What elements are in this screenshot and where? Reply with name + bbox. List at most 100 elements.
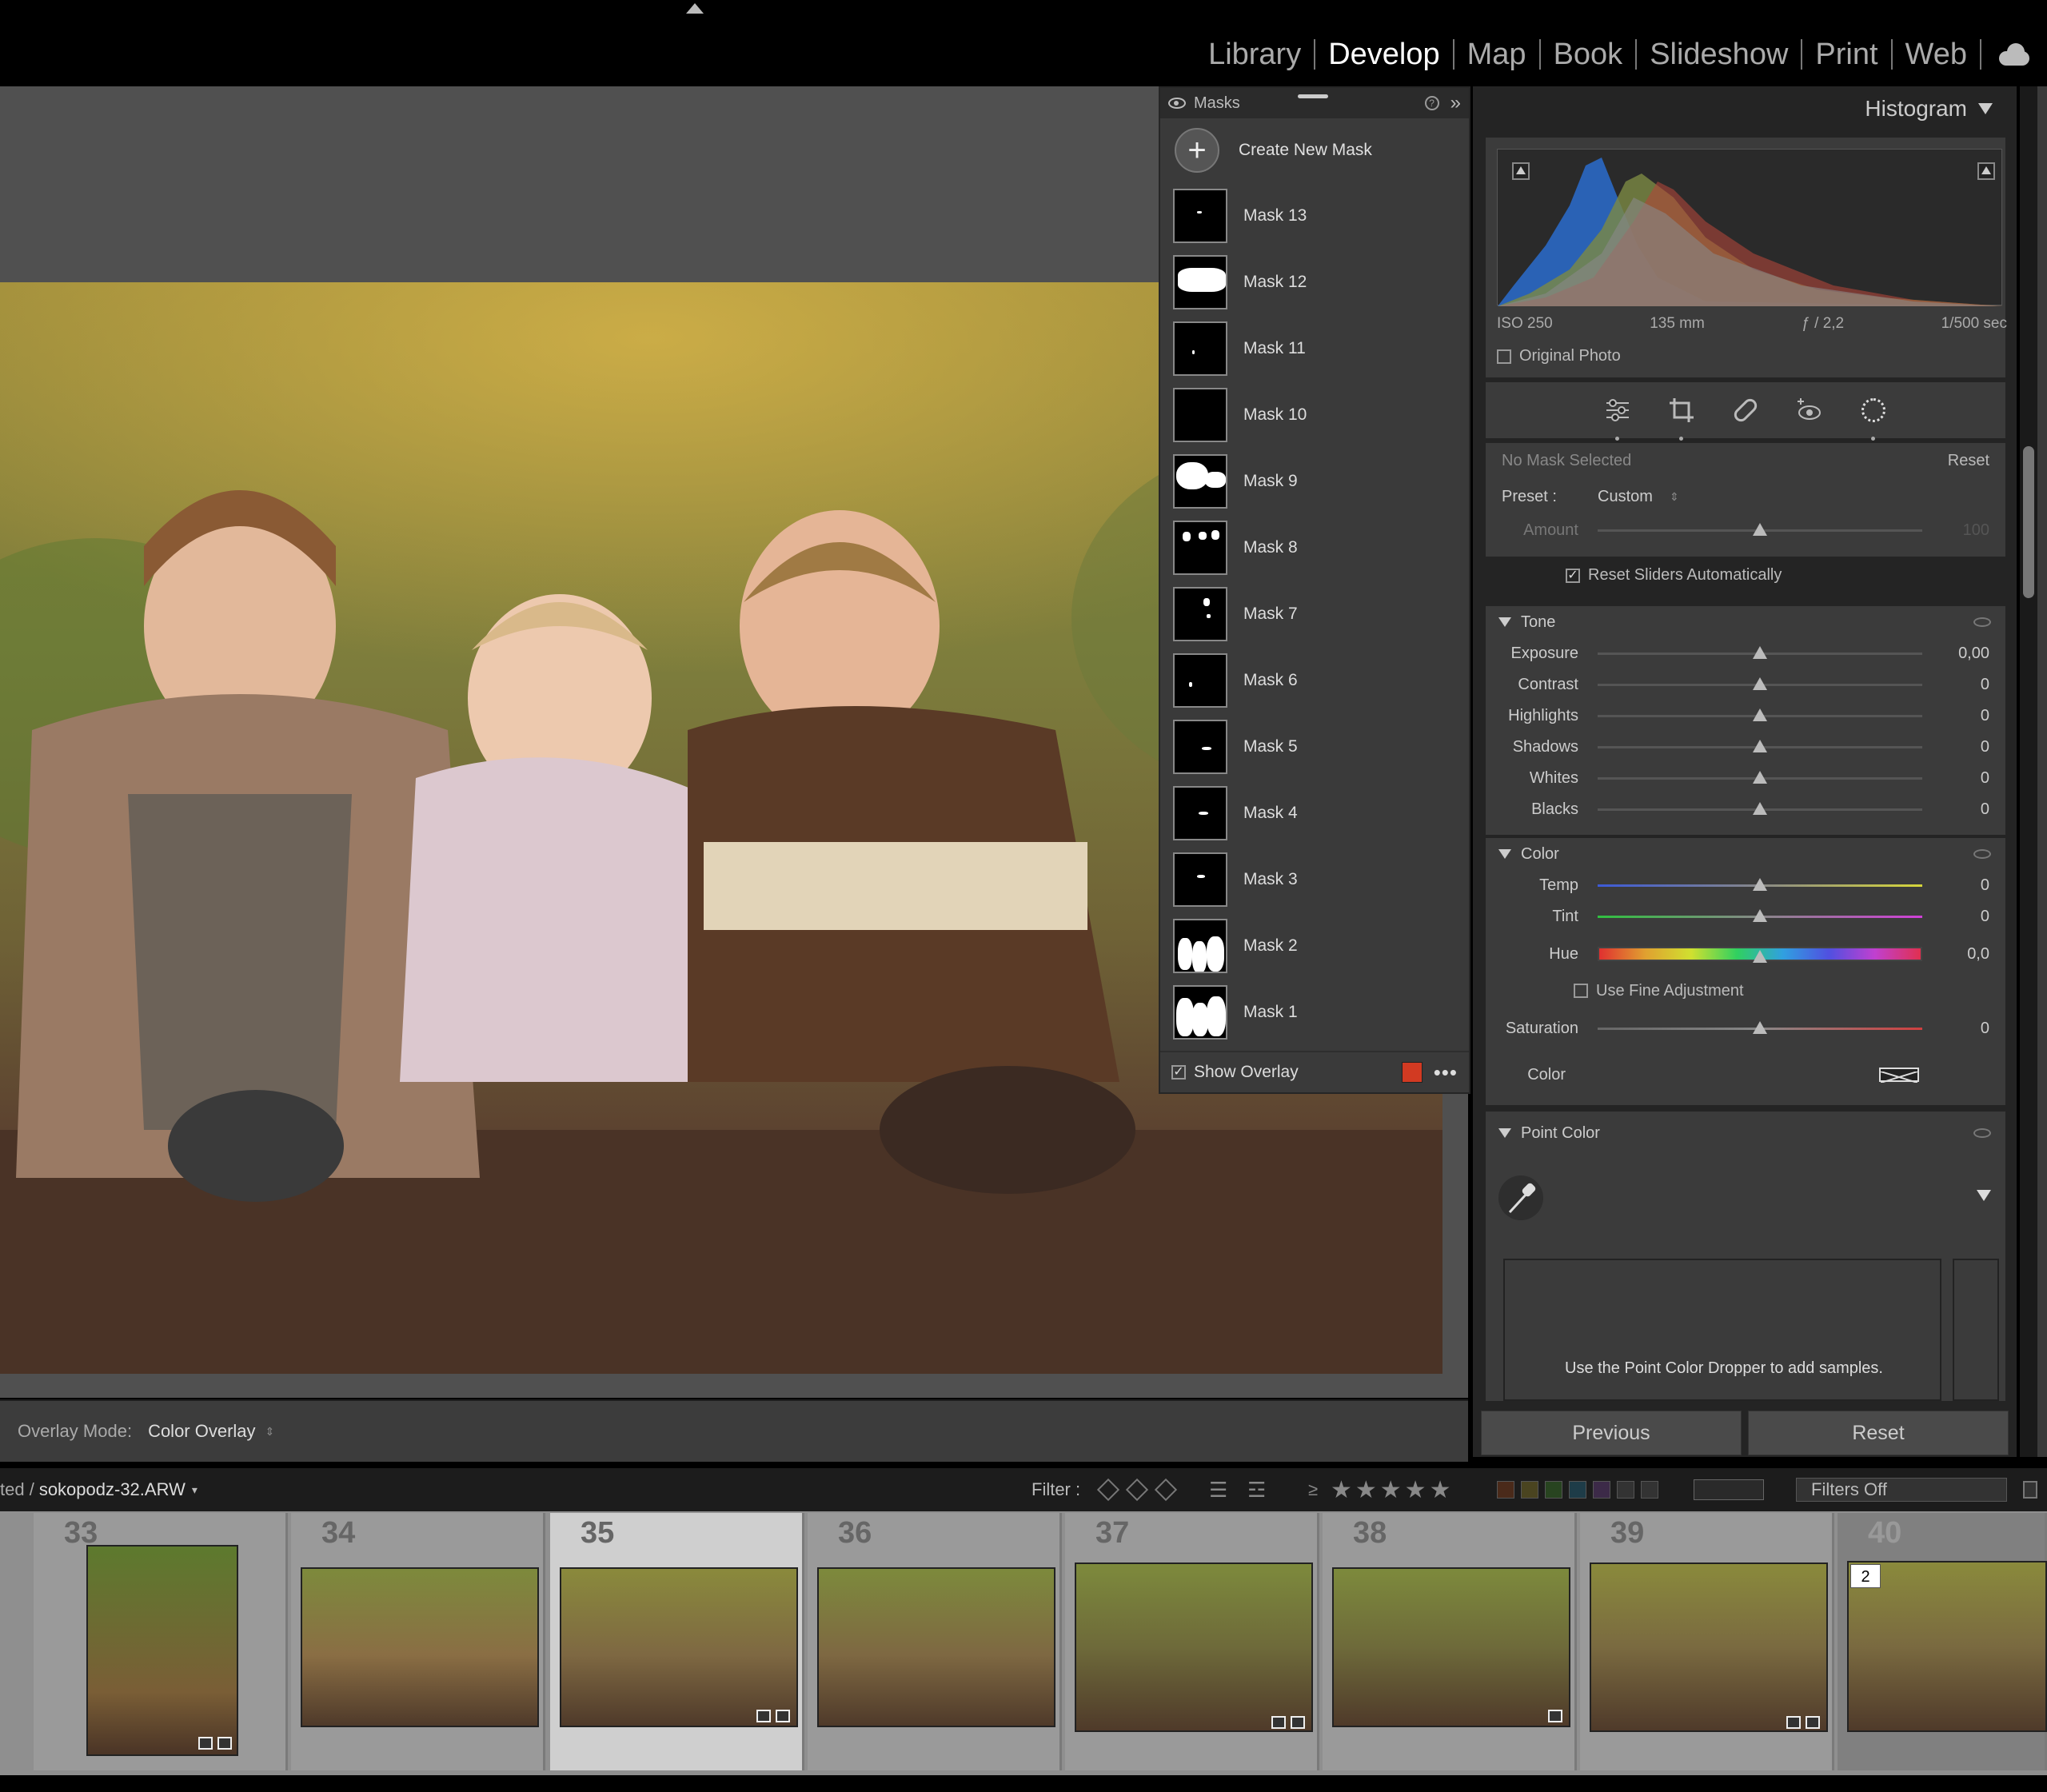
slider-thumb[interactable]	[1753, 771, 1767, 784]
filmstrip-cell[interactable]: 38	[1323, 1513, 1577, 1770]
highlight-clipping-icon[interactable]	[1977, 162, 1995, 180]
previous-button[interactable]: Previous	[1481, 1411, 1742, 1455]
mask-item[interactable]: Mask 10	[1173, 381, 1469, 448]
flag-pick-icon[interactable]	[1096, 1478, 1120, 1502]
slider-thumb[interactable]	[1753, 677, 1767, 690]
filmstrip-cell[interactable]: 36	[808, 1513, 1062, 1770]
original-photo-checkbox[interactable]	[1497, 349, 1511, 364]
filter-lock-icon[interactable]	[2023, 1481, 2037, 1499]
slider-track[interactable]	[1598, 802, 1922, 815]
color-picker-swatch[interactable]	[1879, 1068, 1919, 1084]
dropdown-triangle-icon[interactable]	[1977, 1190, 1991, 1201]
collapse-top-panel-arrow-icon[interactable]	[686, 3, 704, 14]
collapse-triangle-icon[interactable]	[1978, 103, 1993, 114]
overlay-color-swatch[interactable]	[1401, 1062, 1423, 1083]
flag-unflagged-icon[interactable]	[1125, 1478, 1149, 1502]
edit-sliders-icon[interactable]	[1604, 397, 1631, 441]
slider-value[interactable]: 0	[1981, 908, 1989, 926]
color-header[interactable]: Color	[1486, 838, 2005, 870]
slider-value[interactable]: 0	[1981, 876, 1989, 895]
slider-track[interactable]	[1598, 909, 1922, 922]
mask-item[interactable]: Mask 12	[1173, 249, 1469, 315]
more-options-icon[interactable]: •••	[1434, 1060, 1458, 1085]
slider-value[interactable]: 0,0	[1967, 945, 1989, 964]
create-new-mask-button[interactable]: + Create New Mask	[1160, 118, 1469, 182]
mask-item[interactable]: Mask 13	[1173, 182, 1469, 249]
select-arrows-icon[interactable]: ⇕	[1670, 490, 1679, 504]
preset-select[interactable]: Custom	[1598, 488, 1653, 506]
collapse-panel-icon[interactable]: »	[1450, 92, 1461, 114]
slider-value[interactable]: 0	[1981, 800, 1989, 819]
right-panel-scrollbar[interactable]	[2020, 86, 2037, 1457]
cloud-icon[interactable]	[1996, 43, 2031, 66]
histogram-header[interactable]: Histogram	[1473, 86, 2017, 131]
tone-header[interactable]: Tone	[1486, 606, 2005, 638]
no-label-filter[interactable]	[1641, 1481, 1658, 1499]
slider-value[interactable]: 0	[1981, 738, 1989, 756]
mask-item[interactable]: Mask 8	[1173, 514, 1469, 581]
filters-off-select[interactable]: Filters Off	[1796, 1478, 2007, 1502]
flag-rejected-icon[interactable]	[1154, 1478, 1178, 1502]
photo-thumbnail[interactable]	[560, 1567, 798, 1727]
module-web[interactable]: Web	[1893, 38, 1980, 72]
yellow-label-filter[interactable]	[1521, 1481, 1538, 1499]
slider-track[interactable]	[1598, 677, 1922, 690]
mask-item[interactable]: Mask 4	[1173, 780, 1469, 846]
photo-thumbnail[interactable]	[1590, 1563, 1828, 1732]
filmstrip-cell[interactable]: 35	[550, 1513, 804, 1770]
rating-operator[interactable]: ≥	[1308, 1479, 1318, 1500]
filter-presets-toggle[interactable]	[1694, 1479, 1764, 1500]
mask-item[interactable]: Mask 3	[1173, 846, 1469, 912]
slider-thumb[interactable]	[1753, 878, 1767, 891]
module-develop[interactable]: Develop	[1315, 38, 1452, 72]
module-slideshow[interactable]: Slideshow	[1637, 38, 1801, 72]
mask-item[interactable]: Mask 7	[1173, 581, 1469, 647]
chevron-down-icon[interactable]: ▾	[192, 1483, 198, 1497]
collapse-triangle-icon[interactable]	[1498, 1128, 1511, 1138]
slider-track[interactable]	[1598, 740, 1922, 752]
photo-thumbnail[interactable]	[1332, 1567, 1570, 1727]
custom-label-filter[interactable]	[1617, 1481, 1634, 1499]
panel-drag-handle[interactable]	[1298, 94, 1328, 98]
red-label-filter[interactable]	[1497, 1481, 1514, 1499]
select-arrows-icon[interactable]: ⇕	[265, 1425, 275, 1439]
slider-thumb[interactable]	[1753, 909, 1767, 922]
mask-item[interactable]: Mask 5	[1173, 713, 1469, 780]
eye-icon[interactable]	[1973, 849, 1991, 859]
purple-label-filter[interactable]	[1593, 1481, 1610, 1499]
point-color-header[interactable]: Point Color	[1486, 1112, 2005, 1155]
slider-track[interactable]	[1598, 1020, 1922, 1034]
fine-adjust-row[interactable]: Use Fine Adjustment	[1486, 976, 2005, 1006]
current-filename[interactable]: sokopodz-32.ARW	[39, 1479, 186, 1500]
scrollbar-thumb[interactable]	[2023, 446, 2034, 598]
slider-thumb[interactable]	[1753, 950, 1767, 963]
photo-thumbnail[interactable]	[1075, 1563, 1313, 1732]
photo-thumbnail[interactable]	[301, 1567, 539, 1727]
blue-label-filter[interactable]	[1569, 1481, 1586, 1499]
green-label-filter[interactable]	[1545, 1481, 1562, 1499]
fine-adjust-checkbox[interactable]	[1574, 984, 1588, 998]
amount-slider-thumb[interactable]	[1753, 523, 1767, 536]
reset-button[interactable]: Reset	[1748, 1411, 2009, 1455]
eye-icon[interactable]	[1168, 98, 1186, 109]
reset-sliders-checkbox[interactable]: ✓	[1566, 568, 1580, 583]
slider-thumb[interactable]	[1753, 1020, 1767, 1034]
collapse-triangle-icon[interactable]	[1498, 849, 1511, 859]
slider-value[interactable]: 0,00	[1958, 645, 1989, 663]
filmstrip-cell[interactable]: 37	[1065, 1513, 1319, 1770]
slider-value[interactable]: 0	[1981, 1020, 1989, 1038]
eye-icon[interactable]	[1973, 617, 1991, 627]
help-icon[interactable]: ?	[1424, 96, 1439, 110]
overlay-mode-select[interactable]: Color Overlay	[148, 1421, 255, 1442]
slider-thumb[interactable]	[1753, 802, 1767, 815]
slider-value[interactable]: 0	[1981, 769, 1989, 788]
edited-filter-icon[interactable]: ☰	[1209, 1478, 1227, 1503]
show-overlay-checkbox[interactable]: ✓	[1171, 1065, 1186, 1080]
mask-reset-button[interactable]: Reset	[1948, 452, 1989, 470]
mask-item[interactable]: Mask 11	[1173, 315, 1469, 381]
filmstrip-cell[interactable]: 33	[34, 1513, 288, 1770]
stack-count-badge[interactable]: 2	[1850, 1564, 1881, 1588]
histogram-graph[interactable]	[1497, 149, 2003, 306]
slider-thumb[interactable]	[1753, 708, 1767, 721]
module-book[interactable]: Book	[1541, 38, 1636, 72]
